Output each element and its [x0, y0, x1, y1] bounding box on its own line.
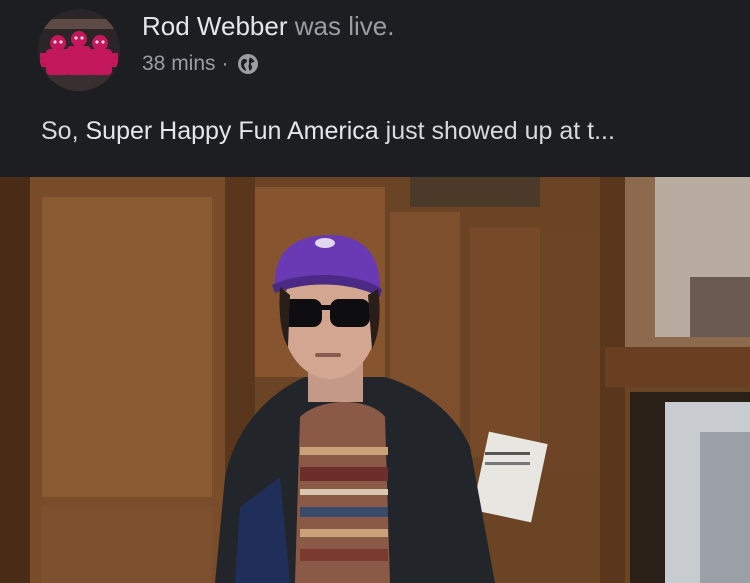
author-name[interactable]: Rod Webber: [142, 11, 288, 41]
post-text-suffix: just showed up at t...: [385, 117, 615, 145]
post-timestamp[interactable]: 38 mins: [142, 51, 216, 77]
live-video[interactable]: [0, 177, 750, 583]
avatar-image: [38, 9, 120, 91]
video-frame: [0, 177, 750, 583]
meta-separator: ·: [221, 52, 229, 75]
post-meta: 38 mins ·: [142, 51, 259, 77]
post-header: Rod Webber was live. 38 mins · So, Super…: [0, 0, 750, 177]
post-text-link[interactable]: Super Happy Fun America: [85, 117, 378, 145]
post-text-prefix: So,: [41, 117, 79, 145]
author-line: Rod Webber was live.: [142, 11, 394, 41]
live-status: was live.: [294, 11, 395, 41]
globe-icon[interactable]: [237, 53, 259, 75]
author-avatar[interactable]: [38, 9, 120, 91]
post-text: So, Super Happy Fun America just showed …: [41, 116, 615, 146]
